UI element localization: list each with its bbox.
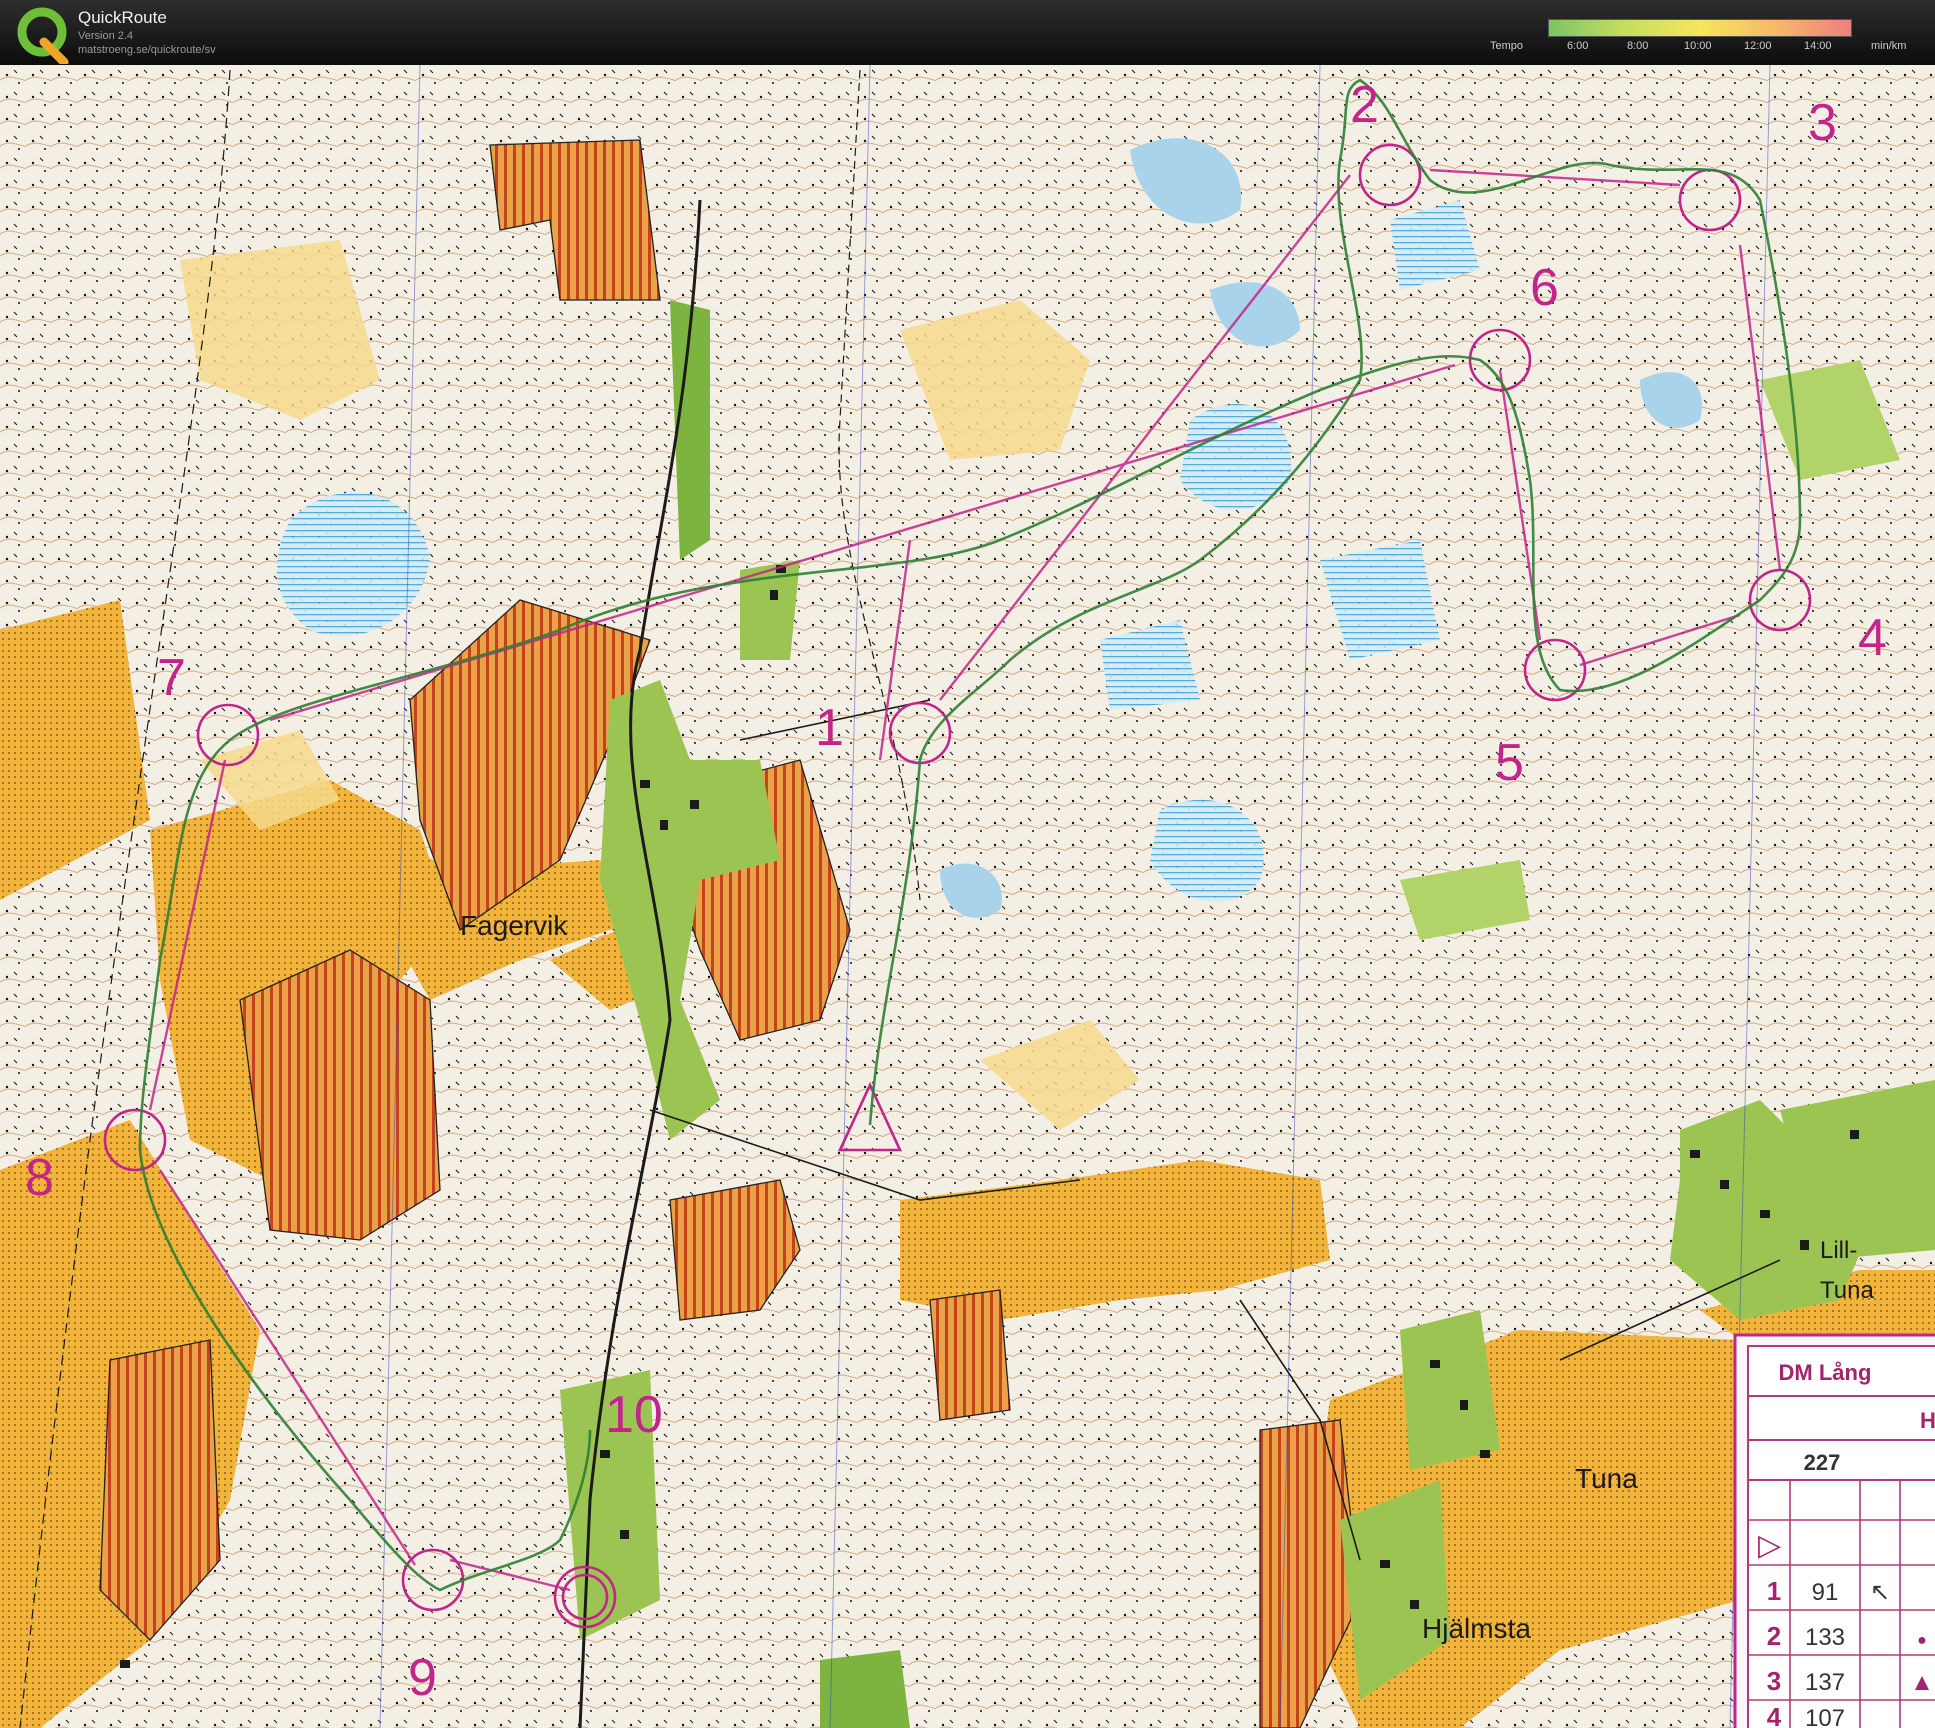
control-number-4: 4: [1858, 609, 1887, 667]
place-name-hjalmsta: Hjälmsta: [1422, 1613, 1531, 1644]
orienteering-map[interactable]: Fagervik Lill- Tuna Tuna Hjälmsta 1 2 3 …: [0, 65, 1935, 1728]
control-number-5: 5: [1495, 734, 1524, 792]
place-name-lill: Lill-: [1820, 1237, 1857, 1264]
control-number-3: 3: [1808, 94, 1837, 152]
control-description-num: 3: [1767, 1666, 1781, 1696]
control-description-title: DM Lång: [1779, 1360, 1872, 1385]
control-description-class: H: [1920, 1408, 1935, 1433]
place-name-tuna: Tuna: [1575, 1463, 1638, 1494]
quickroute-q-logo-icon: [17, 7, 69, 64]
control-number-6: 6: [1530, 259, 1559, 317]
place-name-fagervik: Fagervik: [460, 910, 568, 941]
start-symbol-icon: ▷: [1758, 1529, 1781, 1562]
control-description-card: DM Lång H 227 ▷ 1 91 ↖ 2 133 ● 3 137 ▲ 4…: [1733, 1333, 1935, 1728]
control-description-code-cell: 107: [1805, 1705, 1845, 1728]
legend-tick: 14:00: [1804, 40, 1832, 52]
legend-title: Tempo: [1490, 40, 1524, 52]
control-description-num: 1: [1767, 1576, 1781, 1606]
legend-tick: 10:00: [1684, 40, 1712, 52]
legend-tick: 12:00: [1744, 40, 1772, 52]
app-title: QuickRoute: [78, 8, 167, 27]
control-description-num: 4: [1767, 1702, 1782, 1728]
legend-tick: 6:00: [1567, 40, 1589, 52]
control-number-9: 9: [408, 1649, 437, 1707]
control-description-code: 227: [1804, 1450, 1841, 1475]
app-version: Version 2.4: [78, 30, 134, 42]
control-description-symbol: ▲: [1910, 1669, 1934, 1696]
control-number-2: 2: [1350, 76, 1379, 134]
control-description-code-cell: 91: [1812, 1579, 1839, 1606]
control-number-10: 10: [605, 1386, 663, 1444]
tempo-legend: Tempo 6:00 8:00 10:00 12:00 14:00 min/km: [1490, 16, 1935, 61]
legend-unit: min/km: [1871, 40, 1907, 52]
control-number-7: 7: [157, 649, 186, 707]
control-description-code-cell: 133: [1805, 1624, 1845, 1651]
control-description-symbol: ↖: [1870, 1579, 1890, 1606]
app-header: QuickRoute Version 2.4 matstroeng.se/qui…: [0, 0, 1935, 65]
control-description-symbol: ●: [1917, 1632, 1927, 1649]
place-name-lill-tuna: Tuna: [1820, 1277, 1874, 1304]
control-number-1: 1: [815, 699, 844, 757]
control-description-num: 2: [1767, 1621, 1781, 1651]
control-number-8: 8: [25, 1149, 54, 1207]
app-url: matstroeng.se/quickroute/sv: [78, 44, 216, 56]
legend-gradient-bar: [1548, 19, 1852, 37]
control-description-code-cell: 137: [1805, 1669, 1845, 1696]
legend-tick: 8:00: [1627, 40, 1649, 52]
